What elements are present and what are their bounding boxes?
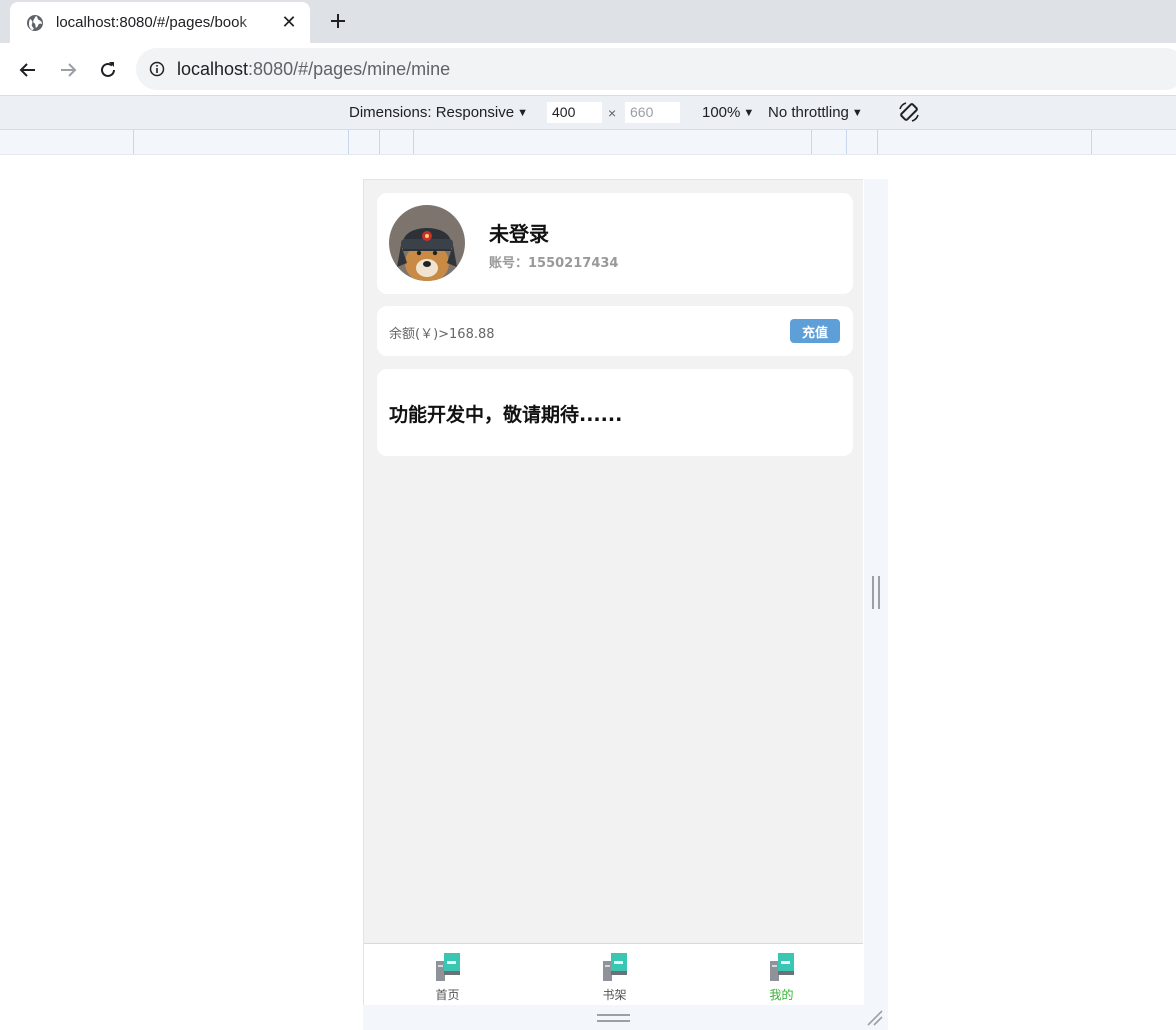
- rotate-icon[interactable]: [897, 100, 921, 124]
- media-query-ruler: [0, 130, 1176, 155]
- dimensions-label: Dimensions: Responsive: [349, 104, 515, 121]
- balance-card: 余额(￥)>168.88 充值: [377, 306, 853, 356]
- times-sign: ×: [608, 105, 617, 121]
- plus-icon[interactable]: [326, 9, 350, 33]
- height-input[interactable]: 660: [624, 101, 681, 124]
- browser-tab-strip: localhost:8080/#/pages/book ✕: [0, 0, 1176, 43]
- zoom-label: 100%: [702, 104, 741, 121]
- ruler-tick: [877, 130, 878, 154]
- book-icon: [602, 953, 627, 981]
- device-viewport: 未登录 账号：1550217434 余额(￥)>168.88 充值 功能开发中，…: [363, 179, 863, 1005]
- bottom-tabbar: 首页 书架 我的: [364, 943, 863, 1005]
- profile-card[interactable]: 未登录 账号：1550217434: [377, 193, 853, 294]
- address-bar[interactable]: localhost:8080/#/pages/mine/mine: [136, 48, 1176, 90]
- tab-mine[interactable]: 我的: [698, 944, 863, 1005]
- browser-toolbar: localhost:8080/#/pages/mine/mine: [0, 43, 1176, 96]
- ruler-tick: [379, 130, 380, 154]
- tab-home[interactable]: 首页: [364, 944, 531, 1005]
- profile-name: 未登录: [489, 222, 549, 246]
- globe-icon: [26, 14, 44, 32]
- caret-down-icon: ▼: [851, 106, 863, 119]
- arrow-left-icon[interactable]: [14, 56, 42, 84]
- arrow-right-icon[interactable]: [54, 56, 82, 84]
- tab-label: 首页: [435, 988, 460, 1002]
- ruler-tick: [811, 130, 812, 154]
- tab-label: 我的: [769, 988, 794, 1002]
- tab-bookshelf[interactable]: 书架: [531, 944, 698, 1005]
- url-text: localhost:8080/#/pages/mine/mine: [177, 59, 450, 80]
- zoom-dropdown[interactable]: 100% ▼: [702, 104, 754, 121]
- close-tab-icon[interactable]: ✕: [280, 12, 298, 33]
- device-toolbar: Dimensions: Responsive ▼ 400 × 660 100% ▼ …: [0, 96, 1176, 130]
- info-icon[interactable]: [148, 60, 166, 78]
- ruler-tick: [413, 130, 414, 154]
- ruler-tick: [1091, 130, 1092, 154]
- profile-account: 账号：1550217434: [489, 256, 619, 271]
- book-icon: [769, 953, 794, 981]
- resize-handle-right[interactable]: [872, 576, 880, 609]
- tab-label: 书架: [602, 988, 627, 1002]
- width-input[interactable]: 400: [546, 101, 603, 124]
- throttling-dropdown[interactable]: No throttling ▼: [768, 104, 863, 121]
- resize-handle-bottom[interactable]: [597, 1014, 630, 1022]
- tab-title: localhost:8080/#/pages/book: [56, 14, 247, 31]
- recharge-button[interactable]: 充值: [790, 319, 840, 343]
- ruler-tick: [348, 130, 349, 154]
- dimensions-dropdown[interactable]: Dimensions: Responsive ▼: [349, 104, 528, 121]
- throttling-label: No throttling: [768, 104, 849, 121]
- book-icon: [435, 953, 460, 981]
- avatar[interactable]: [389, 205, 465, 281]
- balance-text: 余额(￥)>168.88: [389, 327, 495, 342]
- notice-card: 功能开发中，敬请期待......: [377, 369, 853, 456]
- ruler-tick: [846, 130, 847, 154]
- ruler-tick: [133, 130, 134, 154]
- caret-down-icon: ▼: [517, 106, 528, 119]
- resize-handle-corner[interactable]: [866, 1010, 884, 1026]
- url-path: :8080/#/pages/mine/mine: [248, 58, 451, 79]
- browser-tab[interactable]: localhost:8080/#/pages/book ✕: [10, 2, 310, 43]
- reload-icon[interactable]: [94, 56, 122, 84]
- notice-text: 功能开发中，敬请期待......: [389, 404, 623, 426]
- url-host: localhost: [177, 58, 249, 79]
- caret-down-icon: ▼: [743, 106, 755, 119]
